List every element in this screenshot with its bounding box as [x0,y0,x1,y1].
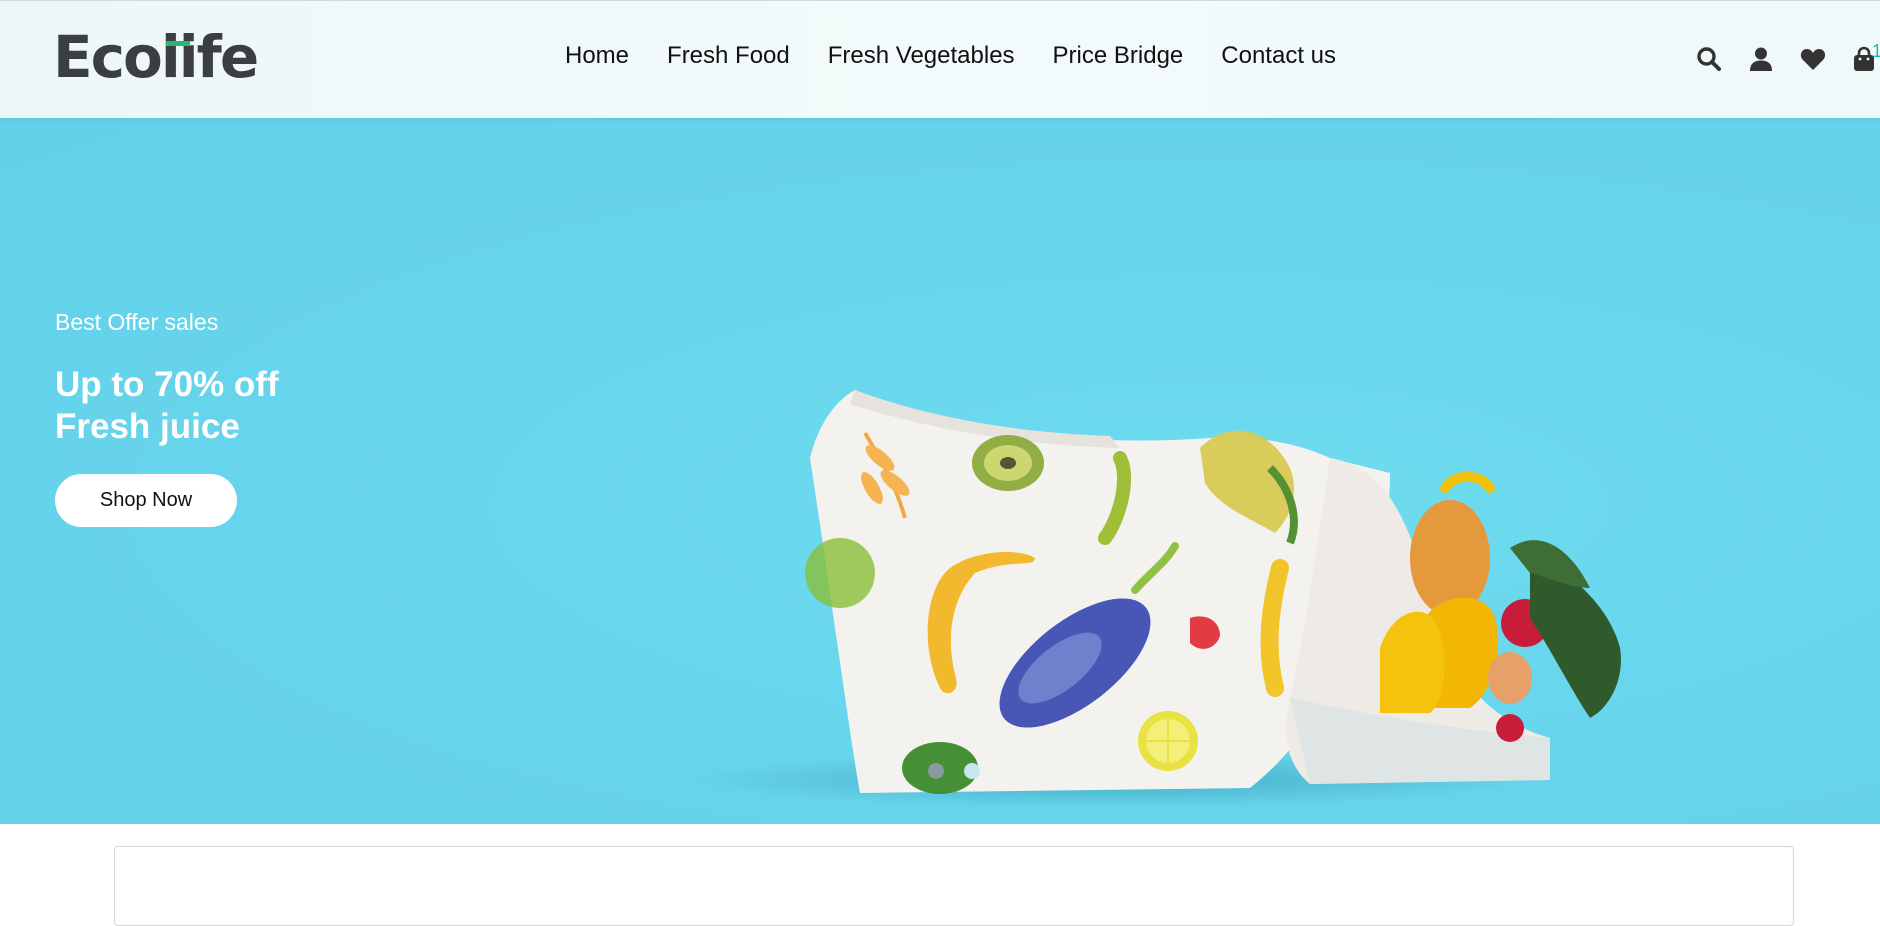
brand-name: Ecolife [53,23,259,91]
hero-kicker: Best Offer sales [55,309,219,335]
hero-headline-line-2: Fresh juice [55,407,240,446]
site-header: Ecolife Home Fresh Food Fresh Vegetables… [0,0,1880,118]
hero-copy: Best Offer sales Up to 70% off Fresh jui… [55,308,279,527]
tote-bag-with-produce-image [690,390,1621,808]
content-card [114,846,1794,926]
nav-item-home[interactable]: Home [565,41,629,71]
hero-banner: Best Offer sales Up to 70% off Fresh jui… [0,118,1880,824]
nav-item-price-bridge[interactable]: Price Bridge [1053,41,1184,71]
nav-item-fresh-vegetables[interactable]: Fresh Vegetables [828,41,1015,71]
logo-accent-bar [166,41,190,46]
main-nav: Home Fresh Food Fresh Vegetables Price B… [565,41,1336,71]
user-icon[interactable] [1747,45,1775,73]
carousel-dot-1[interactable] [928,763,944,779]
carousel-dots [928,763,980,779]
nav-item-contact-us[interactable]: Contact us [1221,41,1336,71]
shop-now-button[interactable]: Shop Now [55,474,237,527]
search-icon[interactable] [1695,45,1723,73]
hero-headline: Up to 70% off Fresh juice [55,364,279,448]
nav-item-fresh-food[interactable]: Fresh Food [667,41,790,71]
heart-icon[interactable] [1799,45,1827,73]
cart-count-badge: 1 [1872,41,1880,61]
brand-logo[interactable]: Ecolife [53,23,259,91]
header-actions: 1 [1650,41,1880,75]
carousel-dot-2[interactable] [964,763,980,779]
hero-headline-line-1: Up to 70% off [55,365,279,404]
